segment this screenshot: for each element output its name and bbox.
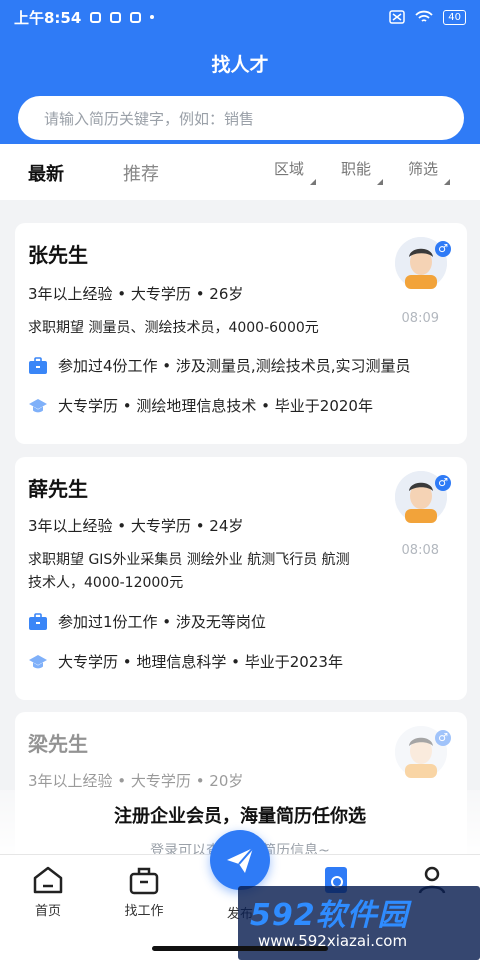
candidate-meta: 3年以上经验 • 大专学历 • 24岁 (28, 517, 244, 535)
update-time: 08:09 (401, 311, 439, 326)
status-bar: 上午8:54 40 (0, 0, 480, 34)
briefcase-icon (29, 356, 47, 374)
watermark-brand: 592软件园 (250, 898, 409, 933)
candidate-name: 薛先生 (28, 477, 88, 501)
male-icon: ♂ (435, 730, 451, 746)
avatar: ♂ (395, 726, 451, 778)
sim-off-icon (389, 10, 406, 24)
tab-latest[interactable]: 最新 (28, 160, 64, 186)
filter-function[interactable]: 职能 (341, 158, 384, 185)
search-input[interactable]: 请输入简历关键字，例如：销售 (18, 96, 464, 140)
nav-home[interactable]: 首页 (16, 865, 80, 919)
update-time: 08:08 (401, 543, 439, 558)
notification-icon (130, 11, 142, 23)
wifi-icon (415, 10, 433, 22)
more-dot-icon (150, 15, 155, 19)
job-expectation: 求职期望 GIS外业采集员 测绘外业 航测飞行员 航测技术人，4000-1200… (28, 552, 350, 591)
resume-card[interactable]: 张先生 3年以上经验 • 大专学历 • 26岁 求职期望 测量员、测绘技术员，4… (15, 223, 467, 444)
app-header: 找人才 请输入简历关键字，例如：销售 (0, 34, 480, 144)
candidate-meta: 3年以上经验 • 大专学历 • 26岁 (28, 285, 244, 303)
status-time: 上午8:54 (14, 8, 82, 27)
home-indicator (152, 946, 328, 951)
male-icon: ♂ (435, 475, 451, 491)
battery-icon: 40 (443, 9, 466, 25)
nav-find-job[interactable]: 找工作 (112, 865, 176, 919)
work-history: 参加过1份工作 • 涉及无等岗位 (28, 611, 463, 632)
candidate-name: 梁先生 (28, 732, 88, 756)
graduation-cap-icon (29, 654, 47, 668)
job-expectation: 求职期望 测量员、测绘技术员，4000-6000元 (28, 320, 319, 336)
briefcase-icon (29, 612, 47, 630)
dropdown-triangle-icon (377, 179, 384, 185)
work-history: 参加过4份工作 • 涉及测量员,测绘技术员,实习测量员 (28, 355, 463, 376)
filter-screen[interactable]: 筛选 (408, 158, 451, 185)
bag-icon (129, 867, 159, 895)
dropdown-triangle-icon (310, 179, 317, 185)
avatar: ♂ (395, 237, 451, 289)
post-button[interactable] (210, 830, 270, 890)
promo-title[interactable]: 注册企业会员，海量简历任你选 (0, 802, 480, 828)
filter-region[interactable]: 区域 (274, 158, 317, 185)
graduation-cap-icon (29, 398, 47, 412)
notification-icon (90, 11, 102, 23)
candidate-meta: 3年以上经验 • 大专学历 • 20岁 (28, 772, 244, 790)
tab-bar: 最新 推荐 区域 职能 筛选 (0, 144, 480, 200)
resume-card[interactable]: 薛先生 3年以上经验 • 大专学历 • 24岁 求职期望 GIS外业采集员 测绘… (15, 457, 467, 700)
dropdown-triangle-icon (444, 179, 451, 185)
avatar: ♂ (395, 471, 451, 523)
notification-icon (110, 11, 122, 23)
education: 大专学历 • 测绘地理信息技术 • 毕业于2020年 (28, 395, 463, 416)
paper-plane-icon (227, 847, 254, 873)
candidate-name: 张先生 (28, 243, 88, 267)
male-icon: ♂ (435, 241, 451, 257)
page-title: 找人才 (211, 54, 269, 76)
tab-recommend[interactable]: 推荐 (123, 160, 159, 186)
home-icon (33, 866, 63, 894)
education: 大专学历 • 地理信息科学 • 毕业于2023年 (28, 651, 463, 672)
